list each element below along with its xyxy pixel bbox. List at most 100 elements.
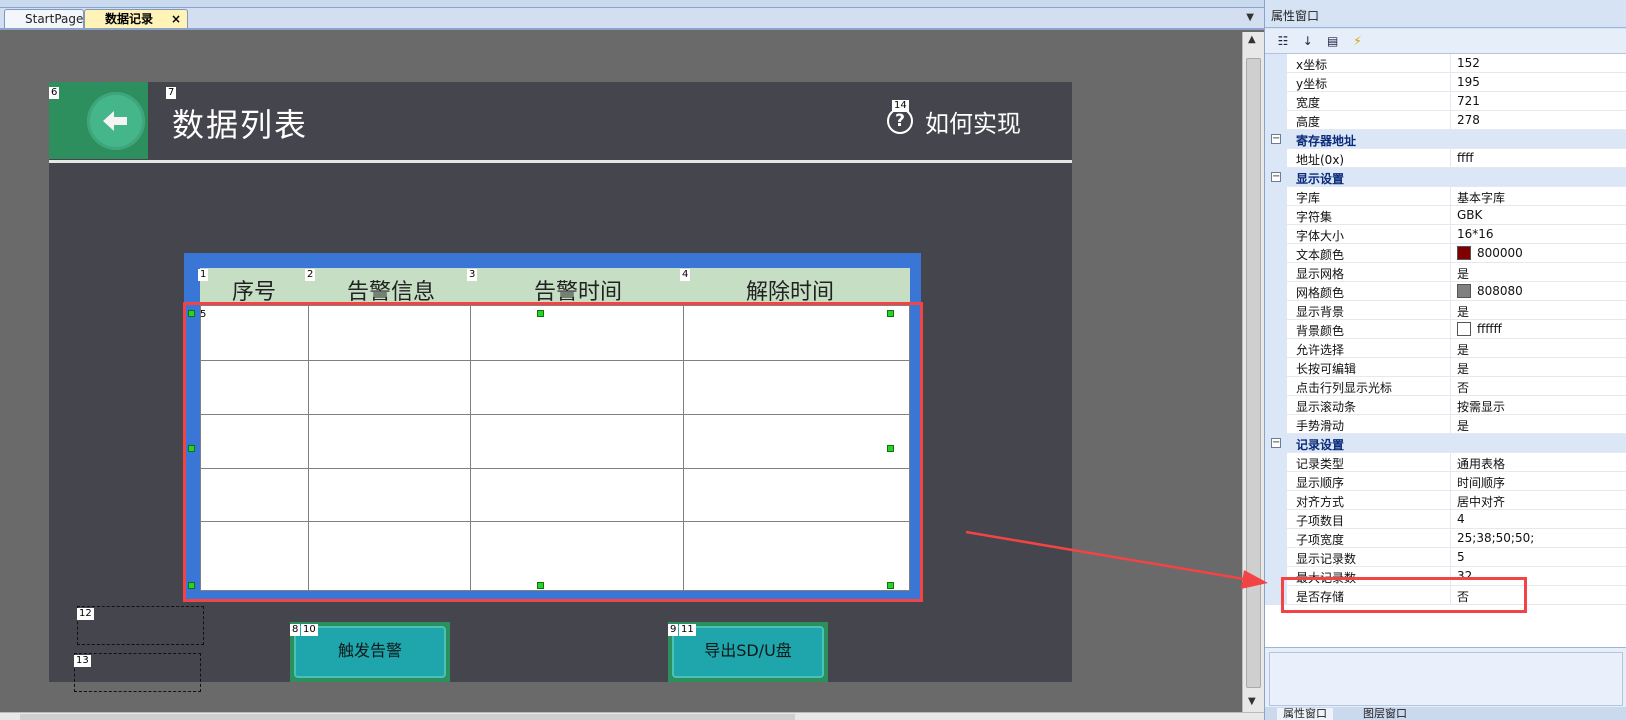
property-row[interactable]: 字符集 GBK: [1265, 206, 1626, 225]
resize-handle[interactable]: [537, 310, 544, 317]
property-value[interactable]: 16*16: [1451, 225, 1626, 244]
property-row[interactable]: 点击行列显示光标否: [1265, 377, 1626, 396]
help-link[interactable]: 如何实现: [925, 104, 1021, 139]
tab-data-record[interactable]: 数据记录 ×: [84, 9, 188, 28]
property-category[interactable]: − 显示设置: [1265, 168, 1626, 187]
property-value[interactable]: 4: [1451, 510, 1626, 529]
collapse-icon[interactable]: −: [1271, 438, 1281, 448]
property-value[interactable]: 195: [1451, 73, 1626, 92]
collapse-icon[interactable]: −: [1271, 134, 1281, 144]
vertical-scrollbar[interactable]: ▲ ▼: [1242, 32, 1264, 712]
property-row[interactable]: 显示网格是: [1265, 263, 1626, 282]
row-gutter: [1265, 320, 1287, 339]
property-value[interactable]: 居中对齐: [1451, 491, 1626, 510]
property-row[interactable]: 子项宽度 25;38;50;50;: [1265, 529, 1626, 548]
property-value[interactable]: 是: [1451, 263, 1626, 282]
row-gutter: [1265, 529, 1287, 548]
property-row[interactable]: 高度 278: [1265, 111, 1626, 130]
property-row[interactable]: 地址(0x) ffff: [1265, 149, 1626, 168]
property-value[interactable]: 是: [1451, 415, 1626, 434]
property-value[interactable]: 721: [1451, 92, 1626, 111]
color-swatch[interactable]: [1457, 246, 1471, 260]
property-value[interactable]: 通用表格: [1451, 453, 1626, 472]
property-row[interactable]: 显示背景是: [1265, 301, 1626, 320]
property-row[interactable]: 手势滑动是: [1265, 415, 1626, 434]
property-name: 显示记录数: [1287, 548, 1451, 567]
resize-handle[interactable]: [188, 582, 195, 589]
property-row[interactable]: 背景颜色 ffffff: [1265, 320, 1626, 339]
property-category[interactable]: − 记录设置: [1265, 434, 1626, 453]
back-button[interactable]: [87, 92, 145, 150]
color-swatch[interactable]: [1457, 322, 1471, 336]
property-row[interactable]: 字体大小 16*16: [1265, 225, 1626, 244]
property-name: 网格颜色: [1287, 282, 1451, 301]
property-category[interactable]: − 寄存器地址: [1265, 130, 1626, 149]
property-row[interactable]: 子项数目 4: [1265, 510, 1626, 529]
property-value[interactable]: 808080: [1451, 282, 1626, 301]
property-value[interactable]: 278: [1451, 111, 1626, 130]
chevron-up-icon[interactable]: ▲: [1248, 34, 1256, 45]
property-value[interactable]: 800000: [1451, 244, 1626, 263]
property-row[interactable]: 长按可编辑是: [1265, 358, 1626, 377]
property-value[interactable]: 基本字库: [1451, 187, 1626, 206]
property-row[interactable]: 显示记录数 5: [1265, 548, 1626, 567]
property-value[interactable]: 时间顺序: [1451, 472, 1626, 491]
property-value[interactable]: 5: [1451, 548, 1626, 567]
close-icon[interactable]: ×: [171, 10, 181, 28]
property-row[interactable]: 宽度 721: [1265, 92, 1626, 111]
property-value[interactable]: 25;38;50;50;: [1451, 529, 1626, 548]
scroll-thumb[interactable]: [20, 714, 795, 720]
property-row[interactable]: 显示滚动条 按需显示: [1265, 396, 1626, 415]
collapse-icon[interactable]: −: [1271, 172, 1281, 182]
property-row[interactable]: y坐标 195: [1265, 73, 1626, 92]
resize-handle[interactable]: [887, 310, 894, 317]
resize-handle[interactable]: [537, 582, 544, 589]
property-row[interactable]: 允许选择是: [1265, 339, 1626, 358]
id-tag: 3: [467, 269, 478, 281]
horizontal-scrollbar[interactable]: [0, 712, 1264, 720]
property-value[interactable]: 是: [1451, 358, 1626, 377]
property-value[interactable]: ffff: [1451, 149, 1626, 168]
property-row[interactable]: 显示顺序 时间顺序: [1265, 472, 1626, 491]
property-row[interactable]: 记录类型 通用表格: [1265, 453, 1626, 472]
property-name: 字符集: [1287, 206, 1451, 225]
color-swatch[interactable]: [1457, 284, 1471, 298]
property-name: 显示滚动条: [1287, 396, 1451, 415]
categorized-icon[interactable]: ☷: [1275, 33, 1291, 49]
property-value[interactable]: 152: [1451, 54, 1626, 73]
property-row[interactable]: 网格颜色 808080: [1265, 282, 1626, 301]
chevron-down-icon[interactable]: ▼: [1246, 12, 1254, 23]
property-row[interactable]: 字库 基本字库: [1265, 187, 1626, 206]
property-value[interactable]: 是: [1451, 301, 1626, 320]
property-value[interactable]: 否: [1451, 377, 1626, 396]
events-icon[interactable]: ⚡: [1349, 33, 1365, 49]
placeholder-box[interactable]: [74, 653, 201, 692]
resize-handle[interactable]: [887, 445, 894, 452]
back-block[interactable]: [49, 82, 148, 159]
property-row[interactable]: 文本颜色 800000: [1265, 244, 1626, 263]
resize-handle[interactable]: [887, 582, 894, 589]
row-gutter: [1265, 510, 1287, 529]
row-gutter: [1265, 377, 1287, 396]
id-tag: 5: [200, 309, 207, 320]
property-value[interactable]: 按需显示: [1451, 396, 1626, 415]
id-tag: 12: [77, 608, 94, 620]
property-name: 对齐方式: [1287, 491, 1451, 510]
row-gutter: [1265, 54, 1287, 73]
property-row[interactable]: x坐标 152: [1265, 54, 1626, 73]
chevron-down-icon[interactable]: ▼: [1248, 696, 1256, 707]
property-row[interactable]: 对齐方式 居中对齐: [1265, 491, 1626, 510]
property-value[interactable]: ffffff: [1451, 320, 1626, 339]
tab-properties[interactable]: 属性窗口: [1277, 708, 1333, 720]
tab-layers[interactable]: 图层窗口: [1357, 708, 1413, 720]
resize-handle[interactable]: [188, 310, 195, 317]
scroll-thumb[interactable]: [1246, 58, 1261, 688]
placeholder-box[interactable]: [77, 606, 204, 645]
tab-start-page[interactable]: StartPage: [4, 9, 84, 28]
properties-icon[interactable]: ▤: [1325, 33, 1341, 49]
property-name: y坐标: [1287, 73, 1451, 92]
property-value[interactable]: 是: [1451, 339, 1626, 358]
sort-alpha-icon[interactable]: ↓: [1300, 33, 1316, 49]
resize-handle[interactable]: [188, 445, 195, 452]
property-value[interactable]: GBK: [1451, 206, 1626, 225]
